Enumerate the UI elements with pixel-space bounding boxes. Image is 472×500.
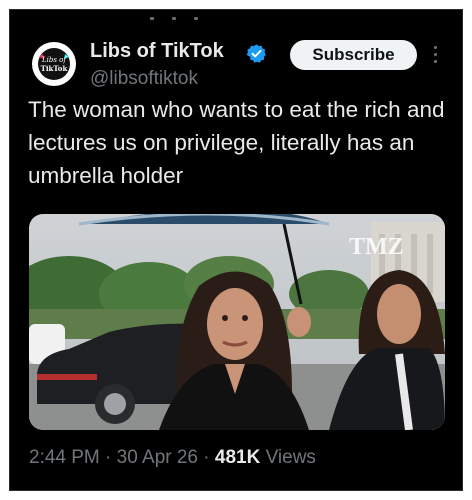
post-time[interactable]: 2:44 PM [29,447,100,468]
account-handle[interactable]: @libsoftiktok [90,68,198,90]
media-watermark: TMZ [349,234,404,260]
post-card: Libs of TikTok Libs of TikTok @libsoftik… [9,9,463,491]
subscribe-button[interactable]: Subscribe [290,40,417,70]
media-image: TMZ [29,214,445,430]
views-count[interactable]: 481K [215,447,260,468]
views-label: Views [260,447,316,468]
avatar[interactable]: Libs of TikTok [32,42,76,86]
display-name[interactable]: Libs of TikTok [90,40,224,63]
more-vertical-icon[interactable] [433,44,439,66]
post-media[interactable]: TMZ [29,214,445,430]
top-indicator [150,17,210,21]
post-date[interactable]: 30 Apr 26 [117,447,198,468]
post-text: The woman who wants to eat the rich and … [28,97,445,188]
post-meta: 2:44 PM · 30 Apr 26 · 481K Views [29,447,316,468]
verified-badge-icon [246,44,266,63]
svg-text:TikTok: TikTok [41,64,68,73]
avatar-logo-icon: Libs of TikTok [33,43,75,85]
svg-text:Libs of: Libs of [41,56,67,64]
